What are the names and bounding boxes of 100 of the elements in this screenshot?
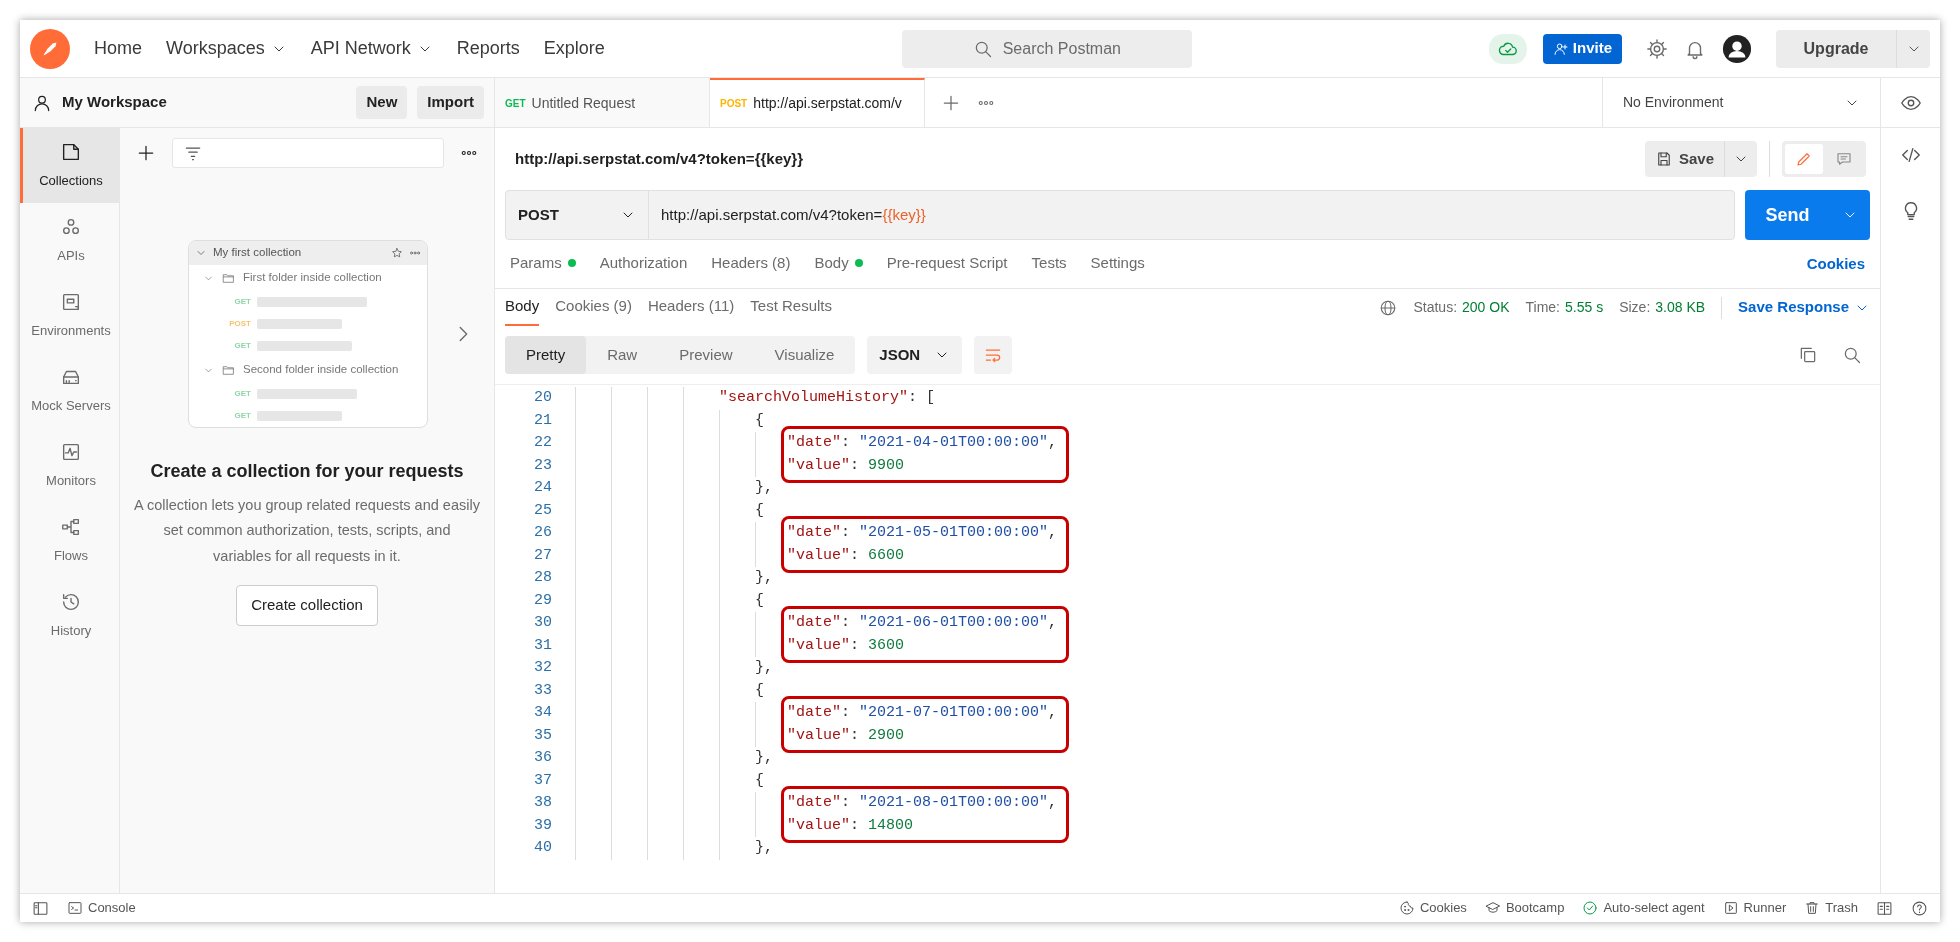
line-number: 35 <box>533 725 552 746</box>
invite-button[interactable]: Invite <box>1542 33 1622 64</box>
format-select[interactable]: JSON <box>867 336 963 374</box>
code-line: { <box>755 590 764 611</box>
sidebar-item[interactable]: Mock Servers <box>20 353 119 428</box>
filter-field[interactable] <box>172 138 444 168</box>
environment-select[interactable]: No Environment <box>1602 78 1880 127</box>
code-line: { <box>755 680 764 701</box>
upgrade-button[interactable]: Upgrade <box>1776 29 1896 68</box>
create-collection-button[interactable]: Create collection <box>236 585 378 626</box>
search-field[interactable]: Search Postman <box>901 29 1192 68</box>
nav-link[interactable]: Workspaces <box>166 35 287 62</box>
two-pane-icon[interactable] <box>1876 899 1893 917</box>
line-number: 23 <box>533 455 552 476</box>
settings-icon[interactable] <box>1646 37 1668 60</box>
request-option-tab[interactable]: Params <box>510 240 576 288</box>
nav-link[interactable]: Explore <box>543 35 605 62</box>
preview-title: My first collection <box>213 245 303 261</box>
response-tab[interactable]: Headers (11) <box>647 289 735 326</box>
cookie-icon <box>1398 900 1415 916</box>
console-button[interactable]: Console <box>67 898 136 918</box>
code-line: "date": "2021-08-01T00:00:00", <box>787 793 1058 813</box>
request-option-tab[interactable]: Body <box>814 240 863 288</box>
line-number: 24 <box>533 478 552 498</box>
line-number: 25 <box>533 500 552 521</box>
status-label: Size: <box>1619 298 1651 317</box>
nav-link[interactable]: Reports <box>456 35 520 62</box>
response-tab[interactable]: Cookies (9) <box>555 289 632 326</box>
view-tab[interactable]: Visualize <box>753 336 856 374</box>
status-bar-button[interactable]: Cookies <box>1398 898 1467 918</box>
sidebar-item[interactable]: Environments <box>20 278 119 353</box>
globe-icon[interactable] <box>1379 298 1398 317</box>
line-number: 27 <box>533 545 552 566</box>
search-icon[interactable] <box>1842 345 1862 365</box>
request-option-tab[interactable]: Authorization <box>599 240 688 288</box>
nav-link[interactable]: Home <box>94 35 142 62</box>
sidebar-item[interactable]: History <box>20 578 119 653</box>
avatar-icon[interactable] <box>1722 33 1752 64</box>
line-number: 32 <box>533 658 552 678</box>
response-tab[interactable]: Body <box>505 289 540 326</box>
nav-link[interactable]: API Network <box>310 35 433 62</box>
line-number: 34 <box>533 703 552 723</box>
code-line: "date": "2021-06-01T00:00:00", <box>787 613 1058 633</box>
workspace-button[interactable]: Import <box>417 86 484 119</box>
logo[interactable] <box>30 28 70 69</box>
line-number: 20 <box>533 388 552 408</box>
method-label: GET <box>233 340 251 352</box>
line-number: 37 <box>533 770 552 791</box>
request-option-tab[interactable]: Headers (8) <box>711 240 791 288</box>
sidebar-item[interactable]: APIs <box>20 203 119 278</box>
sidebar-item[interactable]: Flows <box>20 503 119 578</box>
collection-description: A collection lets you group related requests and easily set common authorization, tests, scripts, and variables for all requests in it. <box>133 496 481 566</box>
view-tab[interactable]: Raw <box>586 336 659 374</box>
request-tab[interactable]: POST http://api.serpstat.com/v <box>710 78 925 127</box>
graduation-cap-icon <box>1484 900 1501 916</box>
status-label: Time: <box>1525 298 1560 317</box>
sidebar-toggle-icon[interactable] <box>32 899 49 917</box>
view-tab[interactable]: Pretty <box>505 336 587 374</box>
help-icon[interactable] <box>1911 899 1928 917</box>
status-bar-button[interactable]: Bootcamp <box>1484 898 1565 918</box>
pencil-icon <box>1795 150 1813 168</box>
method-label: GET <box>233 410 251 422</box>
code-line: "value": 2900 <box>787 725 906 746</box>
code-line: }, <box>755 658 773 678</box>
request-option-tab[interactable]: Pre-request Script <box>886 240 1008 288</box>
line-number: 39 <box>533 815 552 836</box>
code-line: "searchVolumeHistory": [ <box>719 388 936 408</box>
sidebar-item[interactable]: Monitors <box>20 428 119 503</box>
code-line: "value": 3600 <box>787 635 906 656</box>
view-tab[interactable]: Preview <box>658 336 754 374</box>
code-line: }, <box>755 748 773 768</box>
status-bar-button[interactable]: Trash <box>1804 898 1858 918</box>
line-number: 26 <box>533 523 552 543</box>
play-icon <box>1722 900 1739 916</box>
line-number: 22 <box>533 433 552 453</box>
line-number: 40 <box>533 838 552 858</box>
copy-icon[interactable] <box>1798 345 1818 365</box>
check-circle-icon <box>1582 900 1599 916</box>
code-line: "date": "2021-04-01T00:00:00", <box>787 433 1058 453</box>
console-icon <box>67 900 83 916</box>
status-bar-button[interactable]: Runner <box>1722 898 1787 918</box>
code-line: "value": 6600 <box>787 545 906 566</box>
workspace-button[interactable]: New <box>356 86 408 119</box>
status-bar-button[interactable]: Auto-select agent <box>1582 898 1705 918</box>
status-value: 200 OK <box>1462 298 1510 317</box>
sync-status[interactable] <box>1488 33 1527 64</box>
add-icon[interactable] <box>136 143 156 163</box>
request-option-tab[interactable]: Settings <box>1090 240 1145 288</box>
line-number: 30 <box>533 613 552 633</box>
cookies-link[interactable]: Cookies <box>1806 252 1865 276</box>
save-response-button[interactable]: Save Response <box>1738 296 1870 319</box>
sidebar-item[interactable]: Collections <box>20 128 119 203</box>
request-tab[interactable]: GET Untitled Request <box>495 78 710 127</box>
response-tab[interactable]: Test Results <box>750 289 833 326</box>
method-label: POST <box>229 318 251 330</box>
line-number: 36 <box>533 748 552 768</box>
request-option-tab[interactable]: Tests <box>1031 240 1067 288</box>
folder-name: Second folder inside collection <box>243 362 399 378</box>
code-line: "date": "2021-05-01T00:00:00", <box>787 523 1058 543</box>
folder-name: First folder inside collection <box>243 270 382 286</box>
